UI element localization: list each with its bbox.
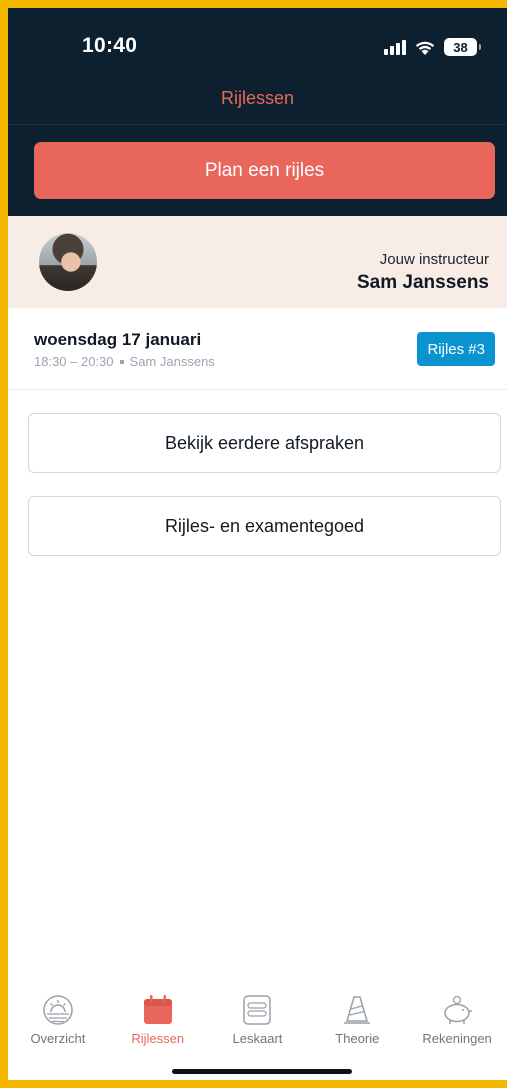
tab-overzicht[interactable]: Overzicht [8,993,108,1053]
wifi-icon [415,41,435,55]
tab-label: Leskaart [232,1031,283,1046]
lesson-time: 18:30 – 20:30 [34,354,114,369]
tab-label: Rekeningen [422,1031,492,1046]
tab-theorie[interactable]: Theorie [307,993,407,1053]
piggy-bank-icon [444,995,473,1024]
instructor-label: Jouw instructeur [379,251,489,268]
lesson-list-item[interactable]: woensdag 17 januari 18:30 – 20:30 Sam Ja… [8,308,507,390]
tab-rijlessen[interactable]: Rijlessen [108,993,208,1053]
tab-label: Rijlessen [131,1031,185,1046]
lesson-credit-button[interactable]: Rijles- en examentegoed [28,496,501,556]
tab-label: Overzicht [30,1031,86,1046]
signal-icon [384,39,406,55]
instructor-name: Sam Janssens [356,272,489,293]
previous-appointments-button[interactable]: Bekijk eerdere afspraken [28,413,501,473]
sun-icon [43,995,73,1025]
instructor-avatar [39,233,97,291]
separator-dot [119,359,124,364]
page-title: Rijlessen [220,88,295,108]
cone-icon [344,996,371,1024]
lesson-instructor: Sam Janssens [129,354,215,369]
tab-leskaart[interactable]: Leskaart [208,993,308,1053]
app-screen: 10:40 38 Rijlessen Plan een rijles Jouw … [8,8,507,1080]
instructor-card[interactable]: Jouw instructeur Sam Janssens [8,216,507,308]
header-divider [8,124,507,125]
tab-rekeningen[interactable]: Rekeningen [407,993,507,1053]
plan-lesson-button[interactable]: Plan een rijles [34,142,495,199]
card-icon [243,995,272,1025]
battery-icon: 38 [444,38,481,56]
lesson-number-badge: Rijles #3 [417,332,495,366]
calendar-icon [143,995,172,1024]
lesson-meta: 18:30 – 20:30 Sam Janssens [34,354,215,369]
home-indicator [172,1069,352,1074]
tab-bar: Overzicht Rijlessen Leskaart Theorie Rek… [8,993,507,1053]
tab-label: Theorie [335,1031,380,1046]
status-bar: 10:40 38 [8,8,507,78]
lesson-date: woensdag 17 januari [34,330,202,349]
status-icons: 38 [384,35,481,59]
status-time: 10:40 [82,34,138,57]
header: 10:40 38 Rijlessen Plan een rijles [8,8,507,216]
